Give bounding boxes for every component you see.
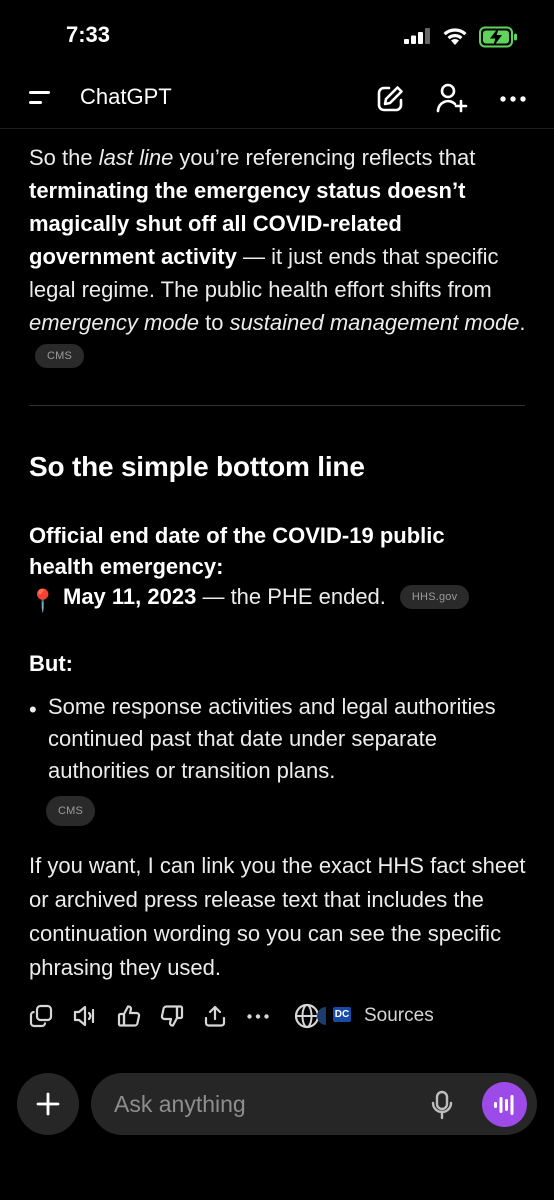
bullet-marker: • [29, 697, 37, 722]
read-aloud-icon[interactable] [72, 1004, 100, 1028]
wifi-icon [443, 28, 467, 45]
bullet-text: Some response activities and legal autho… [48, 694, 496, 783]
section-divider [29, 405, 525, 406]
end-date-value: May 11, 2023 [63, 584, 197, 609]
text-run: to [198, 310, 230, 335]
more-actions-icon[interactable] [247, 1014, 269, 1019]
copy-icon[interactable] [29, 1004, 53, 1028]
source-favicon-icon [317, 1007, 326, 1025]
app-header: ChatGPT [0, 70, 554, 129]
source-chip-cms[interactable]: CMS [35, 344, 85, 368]
end-date-line: 📍 May 11, 2023 — the PHE ended. HHS.gov [29, 580, 470, 617]
microphone-icon[interactable] [431, 1090, 453, 1120]
end-date-rest: — the PHE ended. [196, 584, 386, 609]
more-options-icon[interactable] [500, 96, 528, 102]
composer: Ask anything [0, 1070, 554, 1140]
message-input[interactable]: Ask anything [91, 1073, 537, 1135]
bullet-source: CMS [46, 790, 96, 826]
text-run: you’re referencing reflects that [173, 145, 476, 170]
share-icon[interactable] [203, 1004, 227, 1028]
app-title[interactable]: ChatGPT [80, 84, 172, 110]
closing-paragraph: If you want, I can link you the exact HH… [29, 853, 526, 980]
pin-icon: 📍 [29, 588, 57, 613]
cellular-signal-icon [404, 28, 430, 44]
menu-icon[interactable] [27, 88, 53, 108]
italic-text: last line [98, 145, 174, 170]
plus-icon [36, 1092, 60, 1116]
thumbs-up-icon[interactable] [117, 1004, 141, 1028]
status-bar: 7:33 [0, 0, 554, 70]
new-chat-icon[interactable] [375, 84, 405, 114]
sources-button[interactable]: Sources [364, 1005, 434, 1027]
add-attachment-button[interactable] [17, 1073, 79, 1135]
message-paragraph: So the last line you’re referencing refl… [29, 141, 529, 372]
status-time: 7:33 [66, 22, 111, 47]
voice-mode-button[interactable] [482, 1082, 527, 1127]
source-chip-cms[interactable]: CMS [46, 796, 96, 826]
voice-waveform-icon [494, 1095, 514, 1115]
text-run: . [519, 310, 526, 335]
thumbs-down-icon[interactable] [160, 1004, 184, 1028]
italic-text: sustained management mode [229, 310, 520, 335]
message-actions: DC Sources [29, 1000, 499, 1032]
dc-source-badge: DC [333, 1007, 351, 1022]
input-placeholder: Ask anything [114, 1091, 246, 1117]
section-heading: So the simple bottom line [29, 451, 365, 482]
text-run: So the [29, 145, 99, 170]
but-label: But: [29, 651, 73, 676]
battery-charging-icon [479, 26, 517, 48]
add-person-icon[interactable] [436, 82, 468, 114]
official-end-date-label: Official end date of the COVID-19 public… [29, 523, 445, 579]
source-chip-hhs[interactable]: HHS.gov [399, 585, 470, 609]
italic-text: emergency mode [29, 310, 199, 335]
